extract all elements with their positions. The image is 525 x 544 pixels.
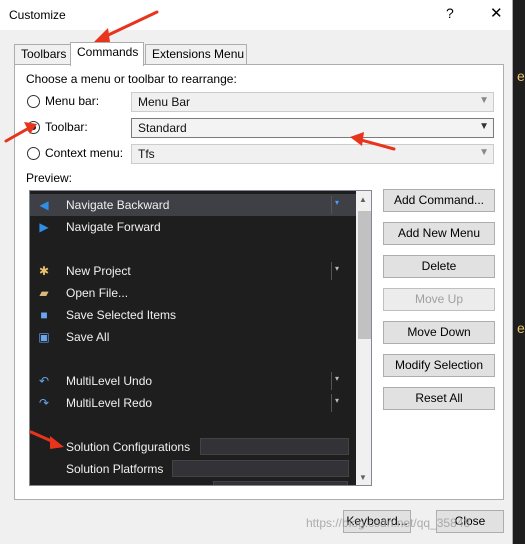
title-bar: Customize ? ✕ bbox=[0, 0, 512, 30]
preview-item-open-file[interactable]: ▰ Open File... bbox=[30, 282, 356, 304]
preview-item-new-project[interactable]: ✱ New Project ▾ bbox=[30, 260, 356, 282]
context-menu-label: Context menu: bbox=[45, 146, 124, 160]
preview-item-solution-platforms[interactable]: Solution Platforms ▼ bbox=[30, 458, 356, 480]
modify-selection-button[interactable]: Modify Selection bbox=[383, 354, 495, 377]
arrow-right-icon: ▶ bbox=[39, 220, 49, 234]
scroll-down-arrow-icon[interactable]: ▼ bbox=[359, 473, 367, 482]
preview-item-save-all[interactable]: ▣ Save All bbox=[30, 326, 356, 348]
preview-item-navigate-backward[interactable]: ◀ Navigate Backward ▾ bbox=[30, 194, 356, 216]
save-icon: ■ bbox=[40, 308, 48, 322]
preview-item-label: Open File... bbox=[66, 286, 129, 300]
preview-item-undo[interactable]: ↶ MultiLevel Undo ▾ bbox=[30, 370, 356, 392]
close-window-button[interactable]: ✕ bbox=[490, 4, 503, 22]
choose-label: Choose a menu or toolbar to rearrange: bbox=[26, 72, 237, 86]
new-project-icon: ✱ bbox=[38, 264, 50, 278]
partial-combo bbox=[213, 481, 348, 485]
add-command-button[interactable]: Add Command... bbox=[383, 189, 495, 212]
preview-item-label: New Project bbox=[66, 264, 131, 278]
commands-panel: Choose a menu or toolbar to rearrange: M… bbox=[14, 64, 504, 500]
preview-item-label: Solution Platforms bbox=[66, 462, 164, 476]
preview-item-label: Solution Configurations bbox=[66, 440, 191, 454]
tab-commands[interactable]: Commands bbox=[70, 42, 144, 66]
preview-item-label: Save Selected Items bbox=[66, 308, 177, 322]
arrow-left-icon: ◀ bbox=[39, 198, 49, 212]
preview-item-label: MultiLevel Redo bbox=[66, 396, 153, 410]
window-title: Customize bbox=[9, 8, 66, 22]
preview-item-label: Navigate Backward bbox=[66, 198, 170, 212]
move-down-button[interactable]: Move Down bbox=[383, 321, 495, 344]
undo-icon: ↶ bbox=[38, 374, 50, 388]
preview-item-save-selected[interactable]: ■ Save Selected Items bbox=[30, 304, 356, 326]
background-glyph: e bbox=[517, 68, 525, 84]
background-glyph: e bbox=[517, 320, 525, 336]
help-button[interactable]: ? bbox=[446, 5, 454, 21]
context-menu-value: Tfs bbox=[138, 147, 155, 161]
add-new-menu-button[interactable]: Add New Menu bbox=[383, 222, 495, 245]
preview-item-solution-configurations[interactable]: Solution Configurations ▼ bbox=[30, 436, 356, 458]
customize-dialog: Customize ? ✕ Toolbars Commands Extensio… bbox=[0, 0, 513, 544]
dropdown-arrow-icon[interactable]: ▾ bbox=[335, 396, 339, 405]
preview-label: Preview: bbox=[26, 171, 73, 185]
preview-list[interactable]: ◀ Navigate Backward ▾ ▶ Navigate Forward… bbox=[29, 190, 372, 486]
preview-item-label: Save All bbox=[66, 330, 110, 344]
dropdown-arrow-icon[interactable]: ▾ bbox=[335, 264, 339, 273]
preview-scrollbar[interactable]: ▲ ▼ bbox=[356, 191, 371, 485]
solution-platforms-combo[interactable]: ▼ bbox=[172, 460, 349, 477]
dropdown-arrow-icon[interactable]: ▾ bbox=[335, 374, 339, 383]
chevron-down-icon: ▼ bbox=[479, 147, 489, 158]
menu-bar-value: Menu Bar bbox=[138, 95, 191, 109]
watermark-text: https://blog.csdn.net/qq_35843 bbox=[306, 516, 471, 530]
dropdown-arrow-icon[interactable]: ▾ bbox=[335, 198, 339, 207]
context-menu-radio[interactable] bbox=[27, 147, 40, 160]
solution-configurations-combo[interactable]: ▼ bbox=[200, 438, 349, 455]
menu-bar-label: Menu bar: bbox=[45, 94, 100, 108]
tab-extensions-menu[interactable]: Extensions Menu bbox=[145, 44, 247, 64]
context-menu-select[interactable]: Tfs ▼ bbox=[131, 144, 494, 164]
preview-item-label: Navigate Forward bbox=[66, 220, 161, 234]
toolbar-radio[interactable] bbox=[27, 121, 40, 134]
move-up-button[interactable]: Move Up bbox=[383, 288, 495, 311]
chevron-down-icon: ▼ bbox=[479, 121, 489, 132]
toolbar-label: Toolbar: bbox=[45, 120, 88, 134]
delete-button[interactable]: Delete bbox=[383, 255, 495, 278]
scrollbar-thumb[interactable] bbox=[358, 211, 371, 339]
save-all-icon: ▣ bbox=[38, 330, 50, 344]
reset-all-button[interactable]: Reset All bbox=[383, 387, 495, 410]
redo-icon: ↷ bbox=[38, 396, 50, 410]
menu-bar-select[interactable]: Menu Bar ▼ bbox=[131, 92, 494, 112]
open-folder-icon: ▰ bbox=[39, 286, 49, 300]
toolbar-select[interactable]: Standard ▼ bbox=[131, 118, 494, 138]
preview-item-label: MultiLevel Undo bbox=[66, 374, 153, 388]
menu-bar-radio[interactable] bbox=[27, 95, 40, 108]
preview-item-redo[interactable]: ↷ MultiLevel Redo ▾ bbox=[30, 392, 356, 414]
scroll-up-arrow-icon[interactable]: ▲ bbox=[359, 195, 367, 204]
toolbar-value: Standard bbox=[138, 121, 187, 135]
chevron-down-icon: ▼ bbox=[479, 95, 489, 106]
preview-item-navigate-forward[interactable]: ▶ Navigate Forward bbox=[30, 216, 356, 238]
tab-toolbars[interactable]: Toolbars bbox=[14, 44, 71, 64]
